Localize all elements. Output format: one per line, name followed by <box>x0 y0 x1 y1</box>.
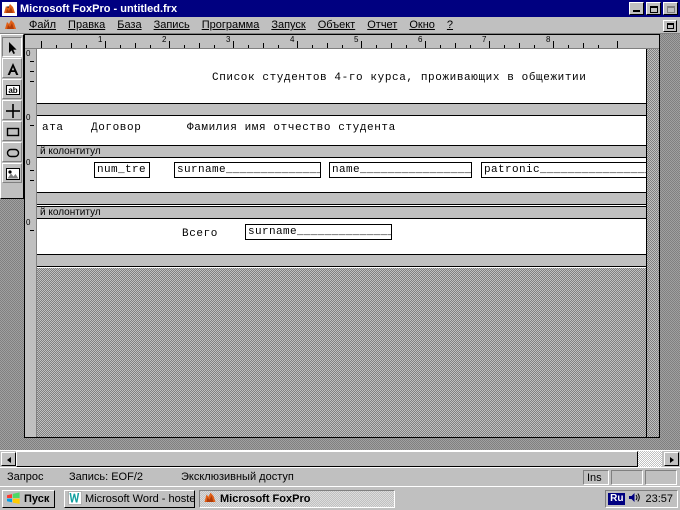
foxpro-icon <box>2 1 17 16</box>
column-header-date[interactable]: ата <box>42 122 64 134</box>
title-bar: Microsoft FoxPro - untitled.frx <box>0 0 680 17</box>
system-tray: Ru 23:57 <box>605 490 678 508</box>
band-page-footer-content[interactable]: Всего surname______________ <box>37 220 658 252</box>
field-name[interactable]: name_________________ <box>329 162 472 178</box>
horizontal-ruler: 1 2 3 4 5 6 7 8 <box>25 35 659 49</box>
band-title[interactable]: Список студентов 4-го курса, проживающих… <box>37 49 658 99</box>
status-empty-cell-2 <box>645 470 677 485</box>
field-icon[interactable]: ab <box>2 79 22 99</box>
ruler-label-4: 4 <box>290 35 295 44</box>
rounded-rectangle-icon[interactable] <box>2 142 22 162</box>
status-ins-indicator: Ins <box>583 470 609 485</box>
speaker-icon[interactable] <box>628 491 642 507</box>
status-record: Запись: EOF/2 <box>69 471 143 483</box>
band-column-header[interactable]: ата Договор Фамилия имя отчество студент… <box>37 117 658 143</box>
report-controls-toolbar: ab <box>0 34 24 199</box>
word-icon <box>68 491 82 507</box>
foxpro-application-window: Microsoft FoxPro - untitled.frx Файл Пра… <box>0 0 680 510</box>
field-surname[interactable]: surname______________ <box>174 162 321 178</box>
scroll-left-arrow-icon[interactable] <box>1 452 16 466</box>
line-icon[interactable] <box>2 100 22 120</box>
window-controls <box>629 2 678 15</box>
report-canvas-empty-area <box>37 268 658 437</box>
minimize-button[interactable] <box>629 2 644 15</box>
ruler-label-6: 6 <box>418 35 423 44</box>
picture-ole-icon[interactable] <box>2 163 22 183</box>
menu-item-record[interactable]: Запись <box>148 18 196 32</box>
close-button[interactable] <box>663 2 678 15</box>
menu-item-report[interactable]: Отчет <box>361 18 403 32</box>
column-header-contract[interactable]: Договор <box>91 122 141 134</box>
ruler-label-8: 8 <box>546 35 551 44</box>
report-vertical-scrollbar[interactable] <box>646 49 659 437</box>
menu-item-object[interactable]: Объект <box>312 18 361 32</box>
band-bar-footer-end[interactable] <box>37 254 658 267</box>
column-header-fullname[interactable]: Фамилия имя отчество студента <box>187 122 396 134</box>
report-page-canvas[interactable]: Список студентов 4-го курса, проживающих… <box>37 49 658 437</box>
windows-flag-icon <box>6 491 21 508</box>
start-button[interactable]: Пуск <box>2 490 56 508</box>
band-page-header-content[interactable]: num_tre surname______________ name______… <box>37 159 658 191</box>
status-empty-cell-1 <box>611 470 643 485</box>
window-title: Microsoft FoxPro - untitled.frx <box>20 2 178 15</box>
mdi-horizontal-scrollbar[interactable] <box>0 450 680 467</box>
band-origin-3: 0 <box>26 218 31 227</box>
ruler-label-7: 7 <box>482 35 487 44</box>
menu-item-database[interactable]: База <box>111 18 147 32</box>
select-objects-icon[interactable] <box>2 37 22 57</box>
foxpro-icon <box>203 491 217 507</box>
taskbar: Пуск Microsoft Word - hostel Microsoft F… <box>0 486 680 510</box>
menu-item-program[interactable]: Программа <box>196 18 266 32</box>
vertical-ruler: 0 0 0 0 <box>25 49 37 437</box>
field-total-surname[interactable]: surname______________ <box>245 224 392 240</box>
ruler-label-3: 3 <box>226 35 231 44</box>
menu-item-help[interactable]: ? <box>441 18 459 32</box>
foxpro-document-icon[interactable] <box>3 18 18 32</box>
band-origin-0: 0 <box>26 49 31 58</box>
status-query: Запрос <box>7 471 44 483</box>
label-icon[interactable] <box>2 58 22 78</box>
total-label[interactable]: Всего <box>182 228 218 240</box>
taskbar-item-word-label: Microsoft Word - hostel <box>85 493 195 505</box>
menu-item-window[interactable]: Окно <box>403 18 441 32</box>
language-indicator[interactable]: Ru <box>608 493 626 505</box>
start-button-label: Пуск <box>24 493 50 505</box>
taskbar-item-foxpro-label: Microsoft FoxPro <box>220 493 311 505</box>
menu-item-edit[interactable]: Правка <box>62 18 111 32</box>
mdi-restore-button[interactable] <box>663 20 677 32</box>
mdi-hscroll-thumb[interactable] <box>16 451 638 467</box>
rectangle-icon[interactable] <box>2 121 22 141</box>
report-title-label[interactable]: Список студентов 4-го курса, проживающих… <box>212 72 586 84</box>
taskbar-item-foxpro[interactable]: Microsoft FoxPro <box>199 490 395 508</box>
menu-item-run[interactable]: Запуск <box>265 18 311 32</box>
band-origin-1: 0 <box>26 113 31 122</box>
restore-button[interactable] <box>646 2 661 15</box>
mdi-hscroll-track[interactable] <box>16 451 662 467</box>
report-designer-window: 1 2 3 4 5 6 7 8 0 0 0 0 Список студентов… <box>24 34 660 438</box>
menu-item-file[interactable]: Файл <box>23 18 62 32</box>
clock[interactable]: 23:57 <box>645 493 673 505</box>
menu-bar: Файл Правка База Запись Программа Запуск… <box>0 17 680 34</box>
band-bar-title-separator[interactable] <box>37 103 658 116</box>
band-bar-detail-separator[interactable] <box>37 192 658 205</box>
ruler-label-5: 5 <box>354 35 359 44</box>
status-bar: Запрос Запись: EOF/2 Эксклюзивный доступ… <box>0 467 680 486</box>
band-origin-2: 0 <box>26 158 31 167</box>
band-bar-page-footer[interactable]: й колонтитул <box>37 206 658 219</box>
report-designer-body: 0 0 0 0 Список студентов 4-го курса, про… <box>25 49 659 437</box>
ruler-label-1: 1 <box>98 35 103 44</box>
status-access-mode: Эксклюзивный доступ <box>181 471 294 483</box>
field-patronic[interactable]: patronic_______________________ <box>481 162 658 178</box>
field-num-tre[interactable]: num_tre <box>94 162 150 178</box>
svg-text:ab: ab <box>8 86 17 95</box>
ruler-label-2: 2 <box>162 35 167 44</box>
scroll-right-arrow-icon[interactable] <box>664 452 679 466</box>
band-bar-page-header[interactable]: й колонтитул <box>37 145 658 158</box>
taskbar-item-word[interactable]: Microsoft Word - hostel <box>64 490 195 508</box>
